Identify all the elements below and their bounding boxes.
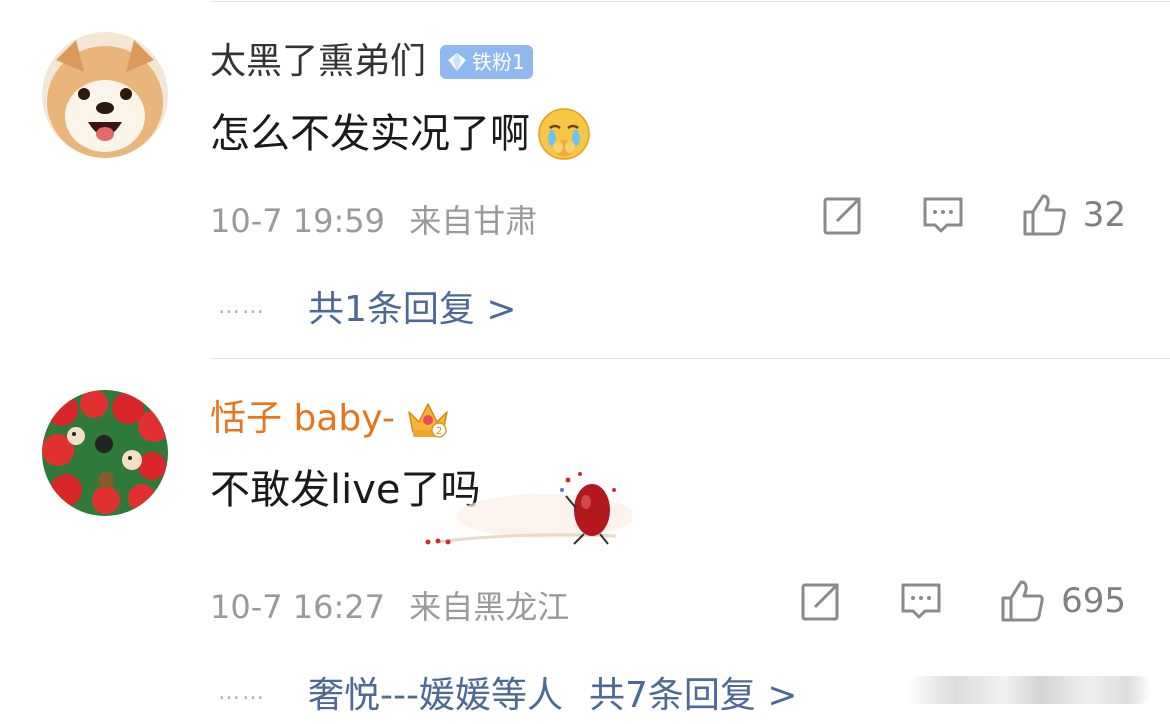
replies-row[interactable]: …… 奢悦---媛媛等人 共7条回复 > — [218, 666, 798, 718]
like-button[interactable]: 32 — [1021, 192, 1126, 238]
fan-badge[interactable]: 铁粉1 — [440, 45, 533, 79]
share-edit-icon — [801, 583, 839, 621]
thumbs-up-icon — [1023, 194, 1066, 236]
comment-date: 10-7 19:59 — [210, 202, 386, 240]
crown-icon: 2 — [408, 403, 448, 438]
author-name[interactable]: 恬子 baby- — [210, 399, 395, 439]
reply-button[interactable] — [921, 193, 965, 237]
avatar[interactable] — [42, 32, 168, 158]
share-edit-icon — [823, 197, 861, 235]
comment-author[interactable]: 太黑了熏弟们 铁粉1 — [210, 42, 533, 82]
comment-location: 来自甘肃 — [409, 202, 538, 240]
comment-divider — [210, 358, 1170, 359]
comment-meta: 10-7 19:59 来自甘肃 — [210, 196, 537, 242]
repliers-names[interactable]: 奢悦---媛媛等人 — [308, 666, 563, 718]
top-divider — [210, 1, 1170, 2]
reply-dots: …… — [218, 293, 266, 319]
badge-label: 铁粉1 — [472, 50, 525, 74]
view-replies-link[interactable]: 共7条回复 > — [589, 666, 798, 718]
like-count: 32 — [1082, 195, 1126, 235]
like-button[interactable]: 695 — [999, 578, 1126, 624]
comment-location: 来自黑龙江 — [409, 588, 570, 626]
thumbs-up-icon — [1001, 580, 1044, 622]
svg-text:2: 2 — [436, 426, 442, 437]
comment-actions: 695 — [799, 578, 1126, 624]
author-name[interactable]: 太黑了熏弟们 — [210, 42, 426, 82]
red-bean-sticker — [425, 472, 632, 545]
blurred-reply-preview — [906, 676, 1152, 704]
crying-face-emoji — [538, 108, 590, 160]
repost-button[interactable] — [821, 193, 865, 237]
comment-author[interactable]: 恬子 baby- 2 — [210, 398, 451, 440]
view-replies-link[interactable]: 共1条回复 > — [308, 280, 517, 332]
avatar[interactable] — [42, 390, 168, 516]
comment-date: 10-7 16:27 — [210, 588, 386, 626]
diamond-icon — [448, 53, 467, 71]
comment-body: 怎么不发实况了啊 — [210, 111, 530, 157]
comment-icon — [923, 197, 963, 233]
replies-row[interactable]: …… 共1条回复 > — [218, 280, 517, 332]
comment-text: 怎么不发实况了啊 — [210, 106, 592, 162]
comment-actions: 32 — [821, 192, 1126, 238]
comment-icon — [901, 583, 941, 619]
repost-button[interactable] — [799, 579, 843, 623]
reply-dots: …… — [218, 679, 266, 705]
reply-button[interactable] — [899, 579, 943, 623]
like-count: 695 — [1061, 581, 1126, 621]
comment-meta: 10-7 16:27 来自黑龙江 — [210, 582, 569, 628]
